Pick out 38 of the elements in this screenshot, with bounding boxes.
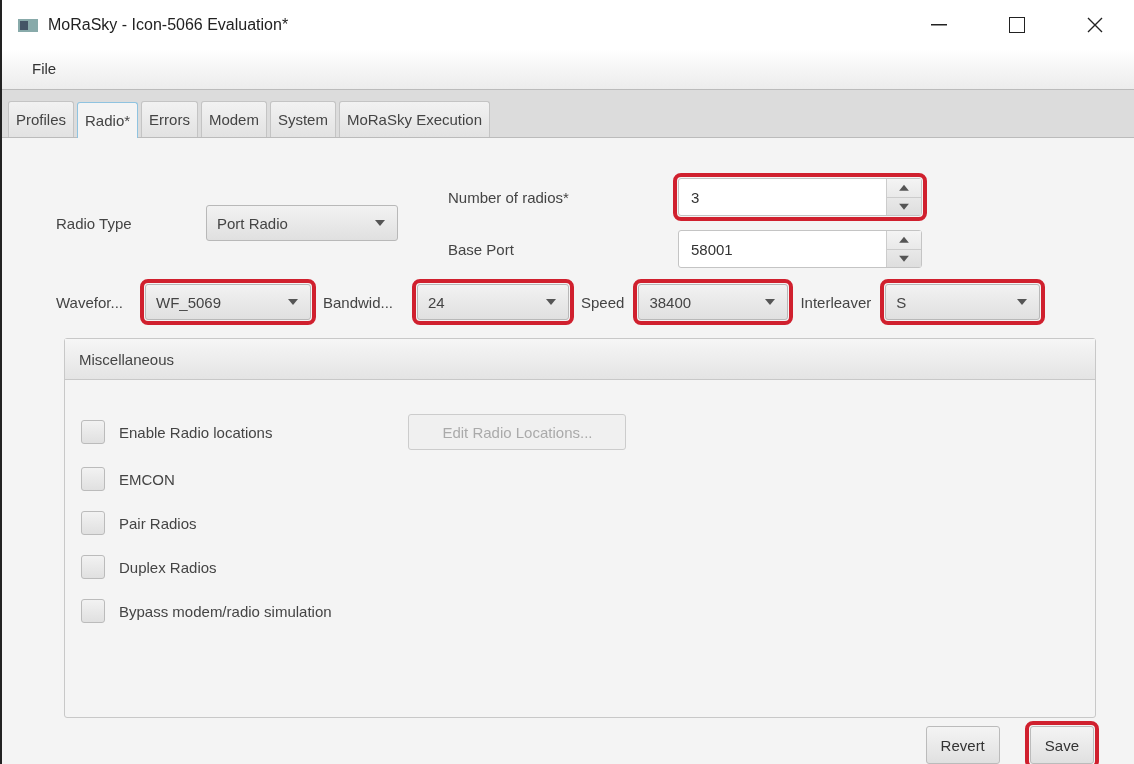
field-label: Radio Type [56, 214, 133, 232]
checkbox-box[interactable] [81, 555, 105, 579]
tab[interactable]: Radio* [77, 102, 139, 138]
caret-icon [546, 299, 556, 305]
checkbox-box[interactable] [81, 467, 105, 491]
caret-icon [287, 299, 298, 305]
tab[interactable]: Errors [141, 101, 198, 137]
field-label: Wavefor... [56, 293, 123, 311]
field-label: Interleaver [800, 293, 872, 311]
field-label: Bandwid... [322, 293, 393, 311]
caret-icon [765, 299, 776, 305]
tab[interactable]: MoRaSky Execution [338, 101, 490, 137]
tab[interactable]: Profiles [8, 101, 75, 137]
caret-icon [375, 220, 385, 226]
checkbox-box[interactable] [81, 599, 105, 623]
tab[interactable]: Modem [200, 101, 267, 137]
checkbox[interactable]: EMCON [81, 464, 175, 494]
checkbox[interactable]: Pair Radios [81, 508, 197, 538]
app-icon [18, 16, 38, 33]
field-label: Speed [581, 293, 625, 311]
dialog-button[interactable]: Revert [925, 726, 1000, 764]
checkbox[interactable]: Bypass modem/radio simulation [81, 596, 332, 626]
minimize-icon[interactable] [931, 23, 947, 26]
maximize-icon[interactable] [1009, 16, 1025, 33]
dropdown[interactable]: Port Radio [206, 205, 398, 241]
number-spinner[interactable]: 58001 [678, 230, 922, 268]
checkbox-box[interactable] [81, 420, 105, 444]
caret-icon [1017, 299, 1028, 305]
checkbox[interactable]: Enable Radio locations [81, 417, 273, 447]
field-label: Number of radios* [448, 188, 570, 206]
field-label: Base Port [448, 240, 515, 258]
menu-item[interactable]: File [32, 60, 57, 78]
checkbox[interactable]: Duplex Radios [81, 552, 217, 582]
panel-title: Miscellaneous [65, 339, 1095, 380]
tab[interactable]: System [269, 101, 336, 137]
close-icon[interactable] [1087, 16, 1103, 33]
window-title: MoRaSky - Icon-5066 Evaluation* [48, 15, 290, 34]
checkbox-box[interactable] [81, 511, 105, 535]
